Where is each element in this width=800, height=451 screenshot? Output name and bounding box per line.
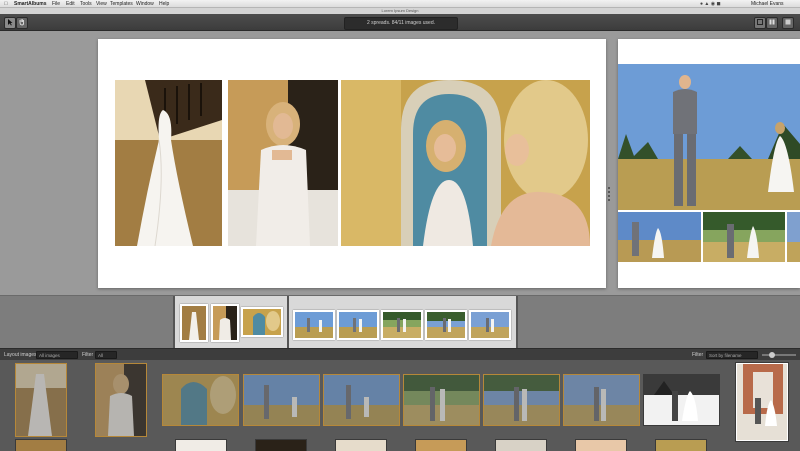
photo-wedding-dress[interactable] bbox=[115, 80, 222, 246]
menu-edit[interactable]: Edit bbox=[66, 0, 75, 8]
photo-couple-field-2[interactable] bbox=[703, 212, 785, 262]
spread-thumb-field-3[interactable] bbox=[381, 310, 423, 340]
single-view-icon bbox=[757, 19, 763, 25]
photo-bride-portrait[interactable] bbox=[228, 80, 338, 246]
spread-status-display: 2 spreads. 84/11 images used. bbox=[344, 17, 458, 30]
album-spread-1[interactable] bbox=[98, 39, 606, 288]
thumbnail-zoom-slider[interactable] bbox=[762, 352, 796, 358]
browser-photo-row2-8[interactable] bbox=[656, 440, 706, 451]
photo-first-look-field[interactable] bbox=[618, 64, 800, 210]
menu-templates[interactable]: Templates bbox=[110, 0, 133, 8]
layout-images-select[interactable]: All images bbox=[36, 351, 78, 359]
photo-bride-mirror[interactable] bbox=[341, 80, 590, 246]
hand-tool-icon bbox=[19, 19, 25, 26]
browser-photo-couple-field[interactable] bbox=[564, 375, 639, 425]
menubar-status-icons[interactable]: ● ▲ ◉ ◼ bbox=[700, 0, 721, 8]
arrow-tool-icon bbox=[8, 19, 13, 26]
spread-divider-handle[interactable] bbox=[606, 185, 612, 207]
browser-photo-row2-5[interactable] bbox=[416, 440, 466, 451]
design-canvas[interactable] bbox=[0, 31, 800, 306]
menu-app[interactable]: SmartAlbums bbox=[14, 0, 47, 8]
browser-photo-bw-couple[interactable] bbox=[644, 375, 719, 425]
browser-photo-groom-field-2[interactable] bbox=[324, 375, 399, 425]
arrow-tool-button[interactable] bbox=[4, 17, 16, 29]
menu-tools[interactable]: Tools bbox=[80, 0, 92, 8]
spread-thumb-bride[interactable] bbox=[211, 304, 239, 342]
grid-view-button[interactable] bbox=[766, 17, 778, 29]
browser-photo-groom-field[interactable] bbox=[244, 375, 319, 425]
photo-browser[interactable] bbox=[0, 360, 800, 451]
menu-file[interactable]: File bbox=[52, 0, 60, 8]
browser-photo-bride[interactable] bbox=[96, 364, 146, 436]
menu-help[interactable]: Help bbox=[159, 0, 169, 8]
browser-photo-row2-3[interactable] bbox=[256, 440, 306, 451]
user-name[interactable]: Michael Evans bbox=[751, 0, 784, 8]
apple-icon[interactable]:  bbox=[4, 0, 8, 8]
menu-bar:  SmartAlbums File Edit Tools View Templ… bbox=[0, 0, 800, 8]
browser-photo-row2-1[interactable] bbox=[16, 440, 66, 451]
settings-view-icon bbox=[785, 19, 791, 25]
menu-view[interactable]: View bbox=[96, 0, 107, 8]
browser-photo-couple-trees-2[interactable] bbox=[484, 375, 559, 425]
photo-couple-field-3[interactable] bbox=[787, 212, 800, 262]
browser-photo-row2-2[interactable] bbox=[176, 440, 226, 451]
browser-photo-row2-7[interactable] bbox=[576, 440, 626, 451]
spread-strip bbox=[0, 295, 800, 349]
browser-photo-row2-6[interactable] bbox=[496, 440, 546, 451]
album-spread-2[interactable] bbox=[618, 39, 800, 288]
spread-thumb-field-5[interactable] bbox=[469, 310, 511, 340]
sort-select[interactable]: Sort by filename bbox=[706, 351, 758, 359]
browser-photo-mirror[interactable] bbox=[163, 375, 238, 425]
spread-thumb-dress[interactable] bbox=[180, 304, 208, 342]
toolbar: 2 spreads. 84/11 images used. bbox=[0, 14, 800, 31]
photo-couple-field-1[interactable] bbox=[618, 212, 701, 262]
photo-browser-bar: Layout images All images Filter All Filt… bbox=[0, 348, 800, 360]
menu-window[interactable]: Window bbox=[136, 0, 154, 8]
zoom-slider-knob[interactable] bbox=[769, 352, 776, 358]
spread-thumb-mirror[interactable] bbox=[241, 307, 283, 337]
browser-photo-row2-4[interactable] bbox=[336, 440, 386, 451]
spread-thumb-field-4[interactable] bbox=[425, 310, 467, 340]
spread-thumb-group-1[interactable] bbox=[173, 296, 289, 349]
browser-photo-church-steps[interactable] bbox=[736, 363, 788, 441]
browser-photo-dress[interactable] bbox=[16, 364, 66, 436]
grid-view-icon bbox=[769, 19, 775, 25]
filter-select[interactable]: All bbox=[95, 351, 117, 359]
spread-thumb-field-1[interactable] bbox=[293, 310, 335, 340]
single-view-button[interactable] bbox=[754, 17, 766, 29]
hand-tool-button[interactable] bbox=[16, 17, 28, 29]
spread-thumb-group-2[interactable] bbox=[287, 296, 518, 349]
browser-photo-couple-trees[interactable] bbox=[404, 375, 479, 425]
spread-thumb-field-2[interactable] bbox=[337, 310, 379, 340]
settings-view-button[interactable] bbox=[782, 17, 794, 29]
